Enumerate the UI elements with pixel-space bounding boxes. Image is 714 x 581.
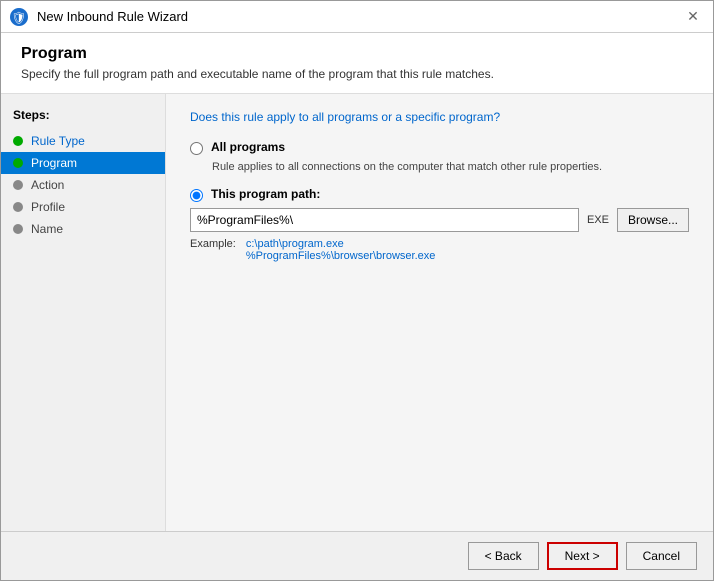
- close-button[interactable]: ✕: [681, 5, 705, 29]
- program-path-input[interactable]: [190, 208, 579, 232]
- this-program-option[interactable]: This program path:: [190, 187, 689, 202]
- sidebar-item-program[interactable]: Program: [1, 152, 165, 174]
- header-section: Program Specify the full program path an…: [1, 33, 713, 94]
- sidebar-item-profile[interactable]: Profile: [1, 196, 165, 218]
- main-content: Does this rule apply to all programs or …: [166, 94, 713, 531]
- step-dot-profile: [13, 202, 23, 212]
- browse-button[interactable]: Browse...: [617, 208, 689, 232]
- question-text: Does this rule apply to all programs or …: [190, 110, 689, 124]
- sidebar-item-name[interactable]: Name: [1, 218, 165, 240]
- all-programs-radio[interactable]: [190, 142, 203, 155]
- back-button[interactable]: < Back: [468, 542, 539, 570]
- example-paths: c:\path\program.exe %ProgramFiles%\brows…: [246, 238, 436, 262]
- step-label-action: Action: [31, 178, 64, 192]
- step-label-rule-type: Rule Type: [31, 134, 85, 148]
- sidebar-item-action[interactable]: Action: [1, 174, 165, 196]
- step-label-profile: Profile: [31, 200, 65, 214]
- svg-text:🛡: 🛡: [11, 11, 26, 25]
- title-bar-left: 🛡 New Inbound Rule Wizard: [9, 7, 188, 27]
- page-subtitle: Specify the full program path and execut…: [21, 67, 693, 81]
- step-dot-rule-type: [13, 136, 23, 146]
- wizard-icon: 🛡: [9, 7, 29, 27]
- this-program-section: This program path: EXE Browse... Example…: [190, 187, 689, 262]
- step-label-name: Name: [31, 222, 63, 236]
- wizard-window: 🛡 New Inbound Rule Wizard ✕ Program Spec…: [0, 0, 714, 581]
- cancel-button[interactable]: Cancel: [626, 542, 697, 570]
- exe-label: EXE: [583, 214, 613, 226]
- step-dot-name: [13, 224, 23, 234]
- all-programs-desc: Rule applies to all connections on the c…: [212, 161, 689, 173]
- title-bar: 🛡 New Inbound Rule Wizard ✕: [1, 1, 713, 33]
- this-program-label[interactable]: This program path:: [211, 187, 320, 201]
- step-dot-action: [13, 180, 23, 190]
- steps-label: Steps:: [1, 104, 165, 130]
- content-area: Steps: Rule Type Program Action Profile …: [1, 94, 713, 531]
- all-programs-option[interactable]: All programs: [190, 140, 689, 155]
- next-button[interactable]: Next >: [547, 542, 618, 570]
- sidebar-item-rule-type[interactable]: Rule Type: [1, 130, 165, 152]
- example-row: Example: c:\path\program.exe %ProgramFil…: [190, 238, 689, 262]
- step-dot-program: [13, 158, 23, 168]
- all-programs-label[interactable]: All programs: [211, 140, 285, 154]
- window-title: New Inbound Rule Wizard: [37, 9, 188, 24]
- all-programs-group: All programs Rule applies to all connect…: [190, 140, 689, 173]
- page-title: Program: [21, 45, 693, 63]
- path-input-row: EXE Browse...: [190, 208, 689, 232]
- example-label: Example:: [190, 238, 236, 262]
- sidebar: Steps: Rule Type Program Action Profile …: [1, 94, 166, 531]
- this-program-radio[interactable]: [190, 189, 203, 202]
- step-label-program: Program: [31, 156, 77, 170]
- footer: < Back Next > Cancel: [1, 531, 713, 580]
